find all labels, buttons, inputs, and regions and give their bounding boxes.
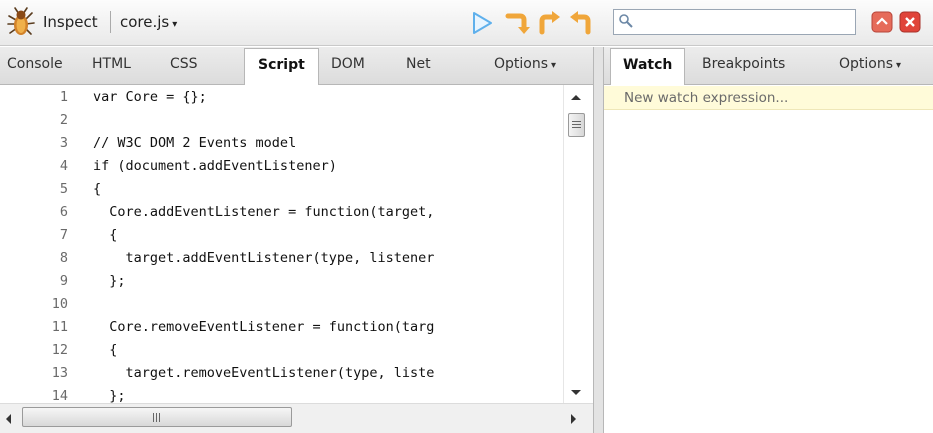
code-text: {: [93, 181, 102, 197]
horizontal-scroll-thumb[interactable]: [22, 407, 292, 427]
tab-dom[interactable]: DOM: [331, 56, 365, 72]
side-options-menu[interactable]: Options ▾: [839, 56, 901, 72]
tab-html[interactable]: HTML: [92, 56, 131, 72]
line-number[interactable]: 12: [0, 339, 68, 362]
pane-splitter[interactable]: [593, 47, 604, 433]
new-watch-expression[interactable]: New watch expression...: [604, 86, 933, 110]
close-icon[interactable]: [899, 11, 921, 33]
options-menu[interactable]: Options ▾: [494, 56, 556, 72]
line-number[interactable]: 3: [0, 132, 68, 155]
code-text: {: [93, 342, 118, 358]
options-label: Options: [494, 56, 549, 72]
vertical-scroll-thumb[interactable]: [568, 113, 585, 137]
step-over-icon[interactable]: [503, 10, 531, 36]
line-number[interactable]: 2: [0, 109, 68, 132]
firebug-icon[interactable]: [6, 6, 36, 38]
chevron-down-icon: ▾: [896, 60, 902, 71]
new-watch-expression-label: New watch expression...: [624, 90, 789, 106]
minimize-icon[interactable]: [871, 11, 893, 33]
line-number[interactable]: 14: [0, 385, 68, 403]
continue-icon[interactable]: [468, 10, 496, 36]
grip-line: [572, 121, 581, 122]
line-number[interactable]: 5: [0, 178, 68, 201]
panel-tabs: Console HTML CSS Script DOM Net Options ▾: [0, 47, 593, 85]
code-text: if (document.addEventListener): [93, 158, 337, 174]
line-number[interactable]: 7: [0, 224, 68, 247]
side-panel-tabs: Watch Breakpoints Options ▾: [604, 47, 933, 85]
inspect-button[interactable]: Inspect: [43, 13, 98, 31]
chevron-down-icon: ▾: [172, 19, 178, 30]
line-number[interactable]: 13: [0, 362, 68, 385]
code-text: Core.removeEventListener = function(targ: [93, 319, 435, 335]
grip-line: [572, 127, 581, 128]
tab-breakpoints[interactable]: Breakpoints: [702, 56, 785, 72]
chevron-down-icon: ▾: [551, 60, 557, 71]
code-text: };: [93, 273, 126, 289]
toolbar: Inspect core.js ▾: [0, 0, 933, 46]
tab-console[interactable]: Console: [7, 56, 63, 72]
grip-line: [572, 124, 581, 125]
vertical-scrollbar[interactable]: [563, 85, 593, 403]
tab-script[interactable]: Script: [244, 48, 319, 85]
code-text: target.removeEventListener(type, liste: [93, 365, 435, 381]
line-number[interactable]: 8: [0, 247, 68, 270]
file-selector[interactable]: core.js ▾: [120, 13, 177, 31]
code-text: // W3C DOM 2 Events model: [93, 135, 297, 151]
line-number[interactable]: 4: [0, 155, 68, 178]
scroll-down-icon[interactable]: [571, 390, 581, 395]
grip-line: [156, 413, 157, 422]
code-text: {: [93, 227, 118, 243]
tab-watch[interactable]: Watch: [610, 48, 686, 85]
search-input[interactable]: [636, 12, 851, 32]
line-number[interactable]: 6: [0, 201, 68, 224]
side-options-label: Options: [839, 56, 894, 72]
code-text: var Core = {};: [93, 89, 207, 105]
search-icon: [619, 14, 633, 28]
tab-net[interactable]: Net: [406, 56, 431, 72]
step-out-icon[interactable]: [567, 10, 595, 36]
tab-css[interactable]: CSS: [170, 56, 198, 72]
script-source-view[interactable]: 1 var Core = {}; 2 3 // W3C DOM 2 Events m…: [0, 85, 563, 403]
code-text: target.addEventListener(type, listener: [93, 250, 435, 266]
horizontal-scrollbar[interactable]: [0, 403, 593, 433]
step-into-icon[interactable]: [535, 10, 563, 36]
toolbar-separator: [110, 11, 111, 33]
file-selector-label: core.js: [120, 13, 170, 31]
search-box[interactable]: [613, 9, 856, 35]
scroll-right-icon[interactable]: [571, 414, 576, 424]
grip-line: [159, 413, 160, 422]
code-text: };: [93, 388, 126, 403]
line-number[interactable]: 1: [0, 86, 68, 109]
scroll-up-icon[interactable]: [571, 95, 581, 100]
watch-panel: [604, 110, 933, 433]
code-text: Core.addEventListener = function(target,: [93, 204, 435, 220]
line-number[interactable]: 10: [0, 293, 68, 316]
line-number[interactable]: 9: [0, 270, 68, 293]
scroll-left-icon[interactable]: [6, 414, 11, 424]
line-number[interactable]: 11: [0, 316, 68, 339]
grip-line: [153, 413, 154, 422]
